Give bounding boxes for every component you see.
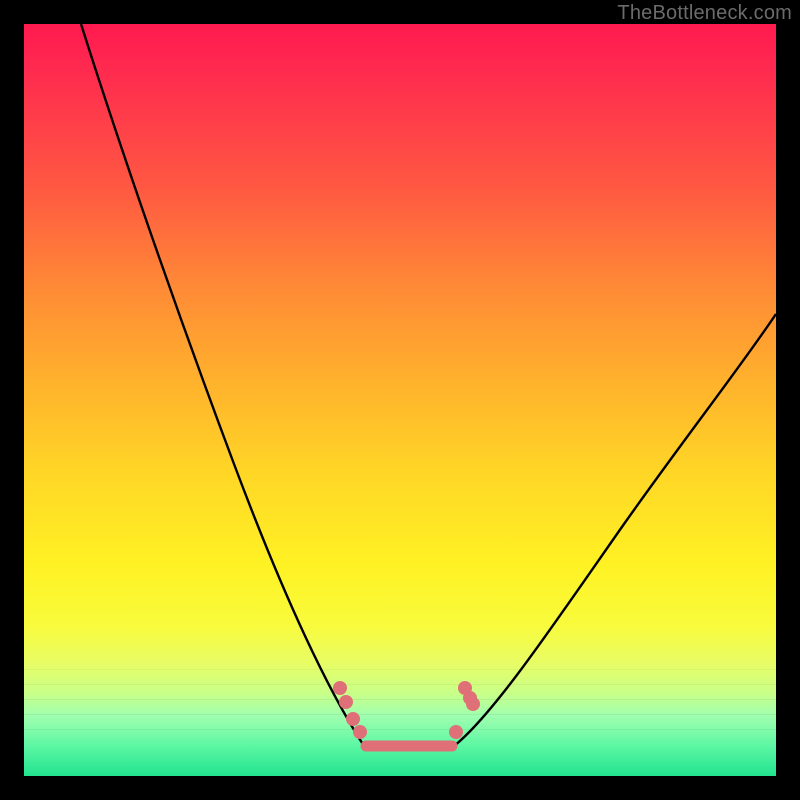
watermark-text: TheBottleneck.com xyxy=(617,2,792,25)
outer-frame: TheBottleneck.com xyxy=(0,0,800,800)
plot-area xyxy=(24,24,776,776)
right-curve xyxy=(454,314,776,746)
marker-group xyxy=(333,681,480,739)
marker-dot xyxy=(346,712,360,726)
marker-dot xyxy=(339,695,353,709)
marker-dot xyxy=(353,725,367,739)
marker-dot xyxy=(333,681,347,695)
curve-svg xyxy=(24,24,776,776)
left-curve xyxy=(81,24,364,746)
marker-dot xyxy=(466,697,480,711)
marker-dot xyxy=(449,725,463,739)
